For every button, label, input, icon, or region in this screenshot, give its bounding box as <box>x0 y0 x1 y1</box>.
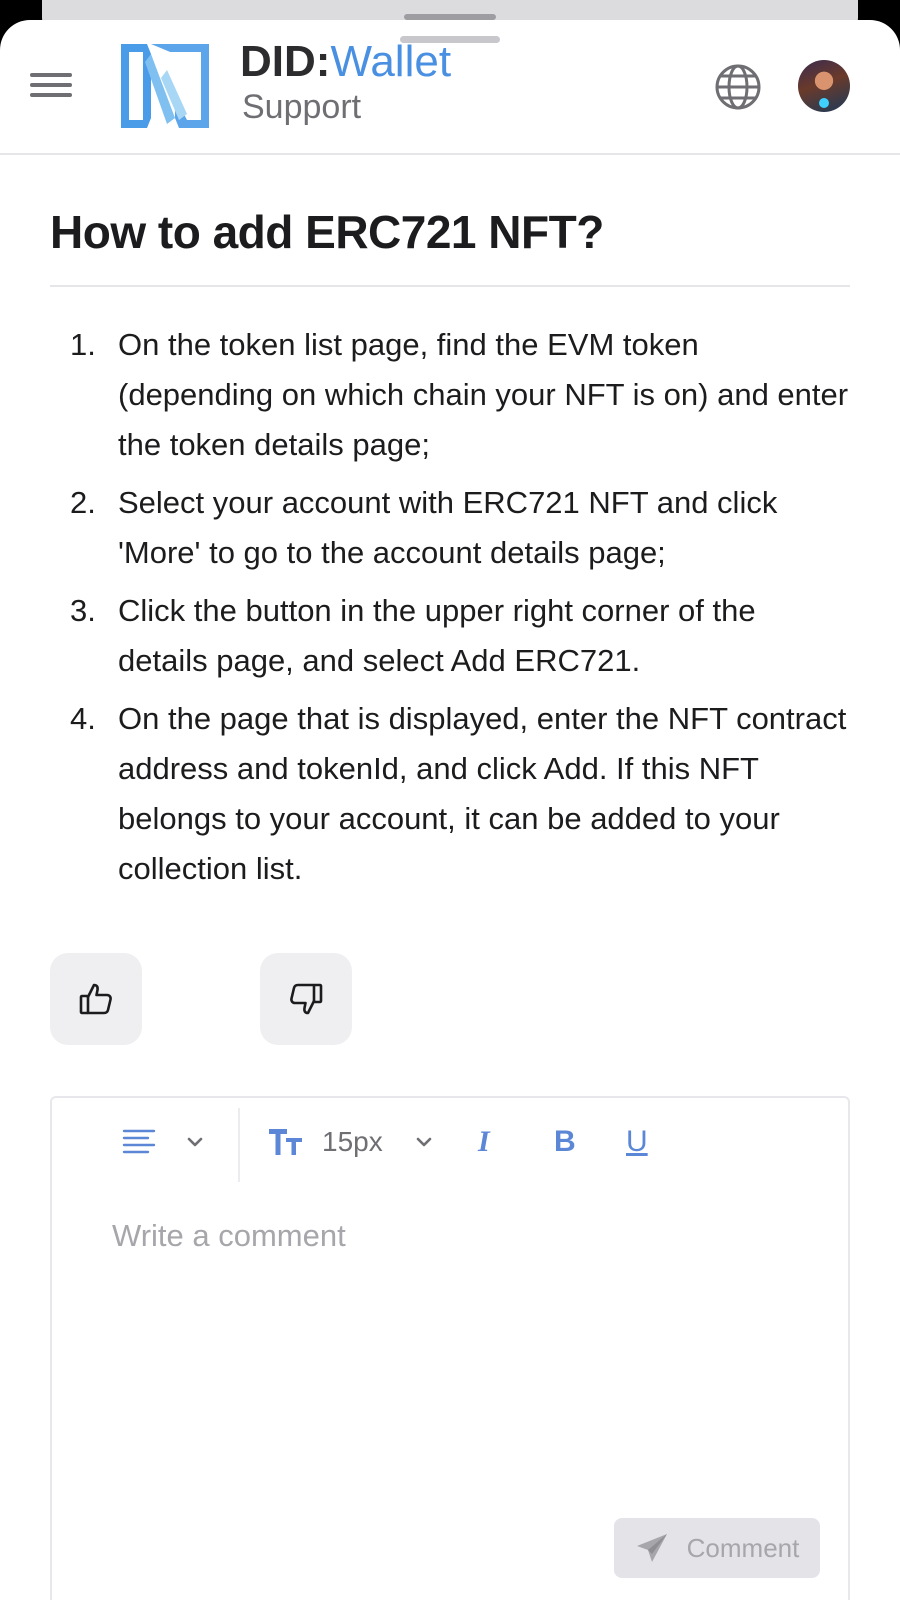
brand-colon: : <box>315 37 331 86</box>
step-number: 1. <box>70 327 96 362</box>
align-dropdown[interactable] <box>122 1120 204 1164</box>
avatar[interactable] <box>798 60 850 112</box>
menu-icon[interactable] <box>30 70 72 100</box>
list-item: 1. On the token list page, find the EVM t… <box>50 320 850 470</box>
step-number: 3. <box>70 593 96 628</box>
send-icon <box>636 1534 667 1562</box>
bold-button[interactable]: B <box>554 1120 576 1164</box>
thumbs-down-button[interactable] <box>260 953 352 1045</box>
italic-button[interactable]: I <box>478 1120 490 1164</box>
globe-icon[interactable] <box>713 62 763 112</box>
text-size-icon <box>269 1129 302 1155</box>
font-size-value: 15px <box>322 1126 383 1157</box>
step-number: 4. <box>70 701 96 736</box>
thumbs-up-icon <box>79 983 112 1015</box>
comment-submit-label: Comment <box>686 1532 800 1563</box>
comment-submit-button[interactable]: Comment <box>614 1518 820 1578</box>
font-size-dropdown[interactable]: 15px <box>268 1120 433 1164</box>
step-text: Click the button in the upper right corn… <box>118 593 756 678</box>
editor-toolbar: 15px I B U <box>52 1098 848 1186</box>
chevron-down-icon <box>416 1137 432 1147</box>
title-divider <box>50 285 850 287</box>
toolbar-divider <box>238 1108 240 1182</box>
step-text: On the token list page, find the EVM tok… <box>118 327 849 462</box>
step-number: 2. <box>70 485 96 520</box>
underline-button[interactable]: U <box>626 1120 648 1164</box>
step-text: Select your account with ERC721 NFT and … <box>118 485 778 570</box>
step-text: On the page that is displayed, enter the… <box>118 701 847 886</box>
brand-accent: Wallet <box>330 37 452 86</box>
brand-main: DID <box>240 37 316 86</box>
list-item: 4. On the page that is displayed, enter t… <box>50 694 850 894</box>
list-item: 2. Select your account with ERC721 NFT an… <box>50 478 850 578</box>
steps-list: 1. On the token list page, find the EVM t… <box>50 320 850 902</box>
sheet-grabber[interactable] <box>400 36 500 43</box>
brand-subtitle: Support <box>242 88 362 126</box>
thumbs-down-icon <box>290 983 323 1015</box>
list-item: 3. Click the button in the upper right co… <box>50 586 850 686</box>
chevron-down-icon <box>187 1137 203 1147</box>
thumbs-up-button[interactable] <box>50 953 142 1045</box>
article-title: How to add ERC721 NFT? <box>50 206 604 258</box>
support-sheet: DID:Wallet Support How to add ERC721 NFT… <box>0 20 900 1600</box>
did-wallet-logo <box>121 44 209 128</box>
align-left-icon <box>122 1129 156 1154</box>
comment-input[interactable]: Write a comment <box>112 1218 346 1254</box>
brand-title: DID:Wallet <box>240 36 451 88</box>
comment-editor: 15px I B U Write a comment Comment <box>50 1096 850 1600</box>
